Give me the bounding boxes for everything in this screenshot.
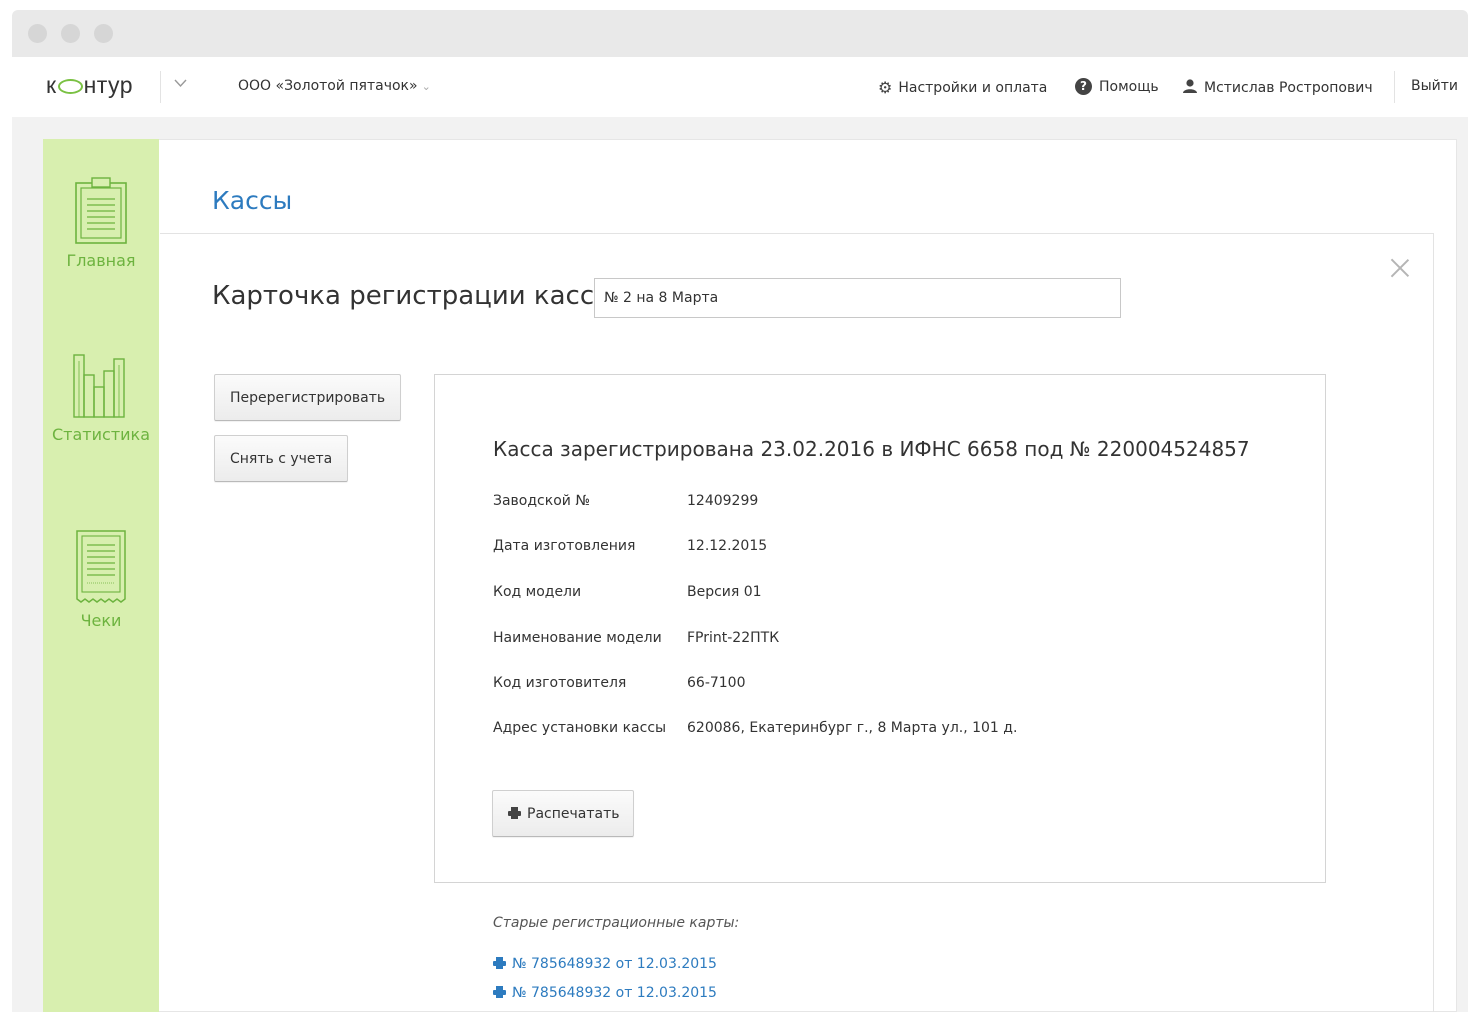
print-button[interactable]: Распечатать [492,790,634,837]
old-card-link-label: № 785648932 от 12.03.2015 [512,985,717,1001]
sidebar-item-label: Чеки [80,611,122,630]
bar-chart-icon [73,354,125,418]
help-icon: ? [1075,78,1092,95]
field-label: Наименование модели [493,630,662,646]
user-name: Мстислав Ростропович [1204,80,1373,96]
settings-link[interactable]: ⚙ Настройки и оплата [878,78,1047,97]
printer-icon [493,957,506,969]
organization-name: ООО «Золотой пятачок» [238,78,418,94]
field-label: Дата изготовления [493,538,636,554]
gear-icon: ⚙ [878,78,893,97]
field-value: 620086, Екатеринбург г., 8 Марта ул., 10… [687,720,1018,736]
divider [160,233,1434,234]
top-navbar: к нтур ООО «Золотой пятачок» ⌄ ⚙ Настройки… [12,57,1468,117]
sidebar-item-label: Главная [66,251,136,270]
print-label: Распечатать [527,805,620,822]
logo-prefix: к [46,72,57,98]
old-card-link-label: № 785648932 от 12.03.2015 [512,956,717,972]
field-label: Код модели [493,584,582,600]
printer-icon [493,986,506,998]
clipboard-icon [75,177,127,244]
settings-label: Настройки и оплата [898,79,1048,96]
field-value: 66-7100 [687,675,746,691]
register-name-input[interactable] [594,278,1121,318]
user-icon [1182,78,1198,98]
field-value: Версия 01 [687,584,762,600]
help-link[interactable]: ? Помощь [1075,78,1159,95]
deregister-button[interactable]: Снять с учета [214,435,348,482]
help-label: Помощь [1099,78,1159,95]
logout-label: Выйти [1411,78,1459,94]
field-label: Адрес установки кассы [493,720,667,736]
old-card-link[interactable]: № 785648932 от 12.03.2015 [493,956,717,972]
card-edge [1433,233,1434,1012]
field-label: Заводской № [493,493,590,509]
logo-suffix: нтур [83,72,134,98]
window-close-dot[interactable] [28,24,47,43]
old-cards-title: Старые регистрационные карты: [493,915,740,931]
page-title: Кассы [212,186,293,215]
close-icon[interactable] [1388,256,1412,280]
sidebar-item-statistics[interactable]: Статистика [43,353,159,444]
registration-heading: Касса зарегистрирована 23.02.2016 в ИФНС… [493,437,1250,461]
field-value: 12.12.2015 [687,538,768,554]
field-value: FPrint-22ПТК [687,630,780,646]
divider [160,71,161,103]
logout-link[interactable]: Выйти [1411,78,1458,94]
printer-icon [508,806,521,819]
organization-selector[interactable]: ООО «Золотой пятачок» ⌄ [238,78,431,94]
user-menu[interactable]: Мстислав Ростропович [1182,78,1373,98]
sidebar-item-receipts[interactable]: Чеки [43,529,159,630]
kontur-logo[interactable]: к нтур [46,72,133,99]
product-switcher-chevron-icon[interactable] [174,77,187,92]
window-minimize-dot[interactable] [61,24,80,43]
sidebar: Главная Статистика Чеки [43,139,159,1012]
chevron-down-icon: ⌄ [421,80,431,93]
logo-ring-icon [57,79,83,94]
divider [1394,71,1395,103]
window-titlebar [12,10,1468,57]
sidebar-item-main[interactable]: Главная [43,177,159,270]
old-card-link[interactable]: № 785648932 от 12.03.2015 [493,985,717,1001]
window-maximize-dot[interactable] [94,24,113,43]
field-label: Код изготовителя [493,675,627,691]
sidebar-item-label: Статистика [52,425,150,444]
field-value: 12409299 [687,493,759,509]
card-title: Карточка регистрации кассы [212,281,615,311]
reregister-button[interactable]: Перерегистрировать [214,374,401,421]
receipt-icon [76,530,126,603]
